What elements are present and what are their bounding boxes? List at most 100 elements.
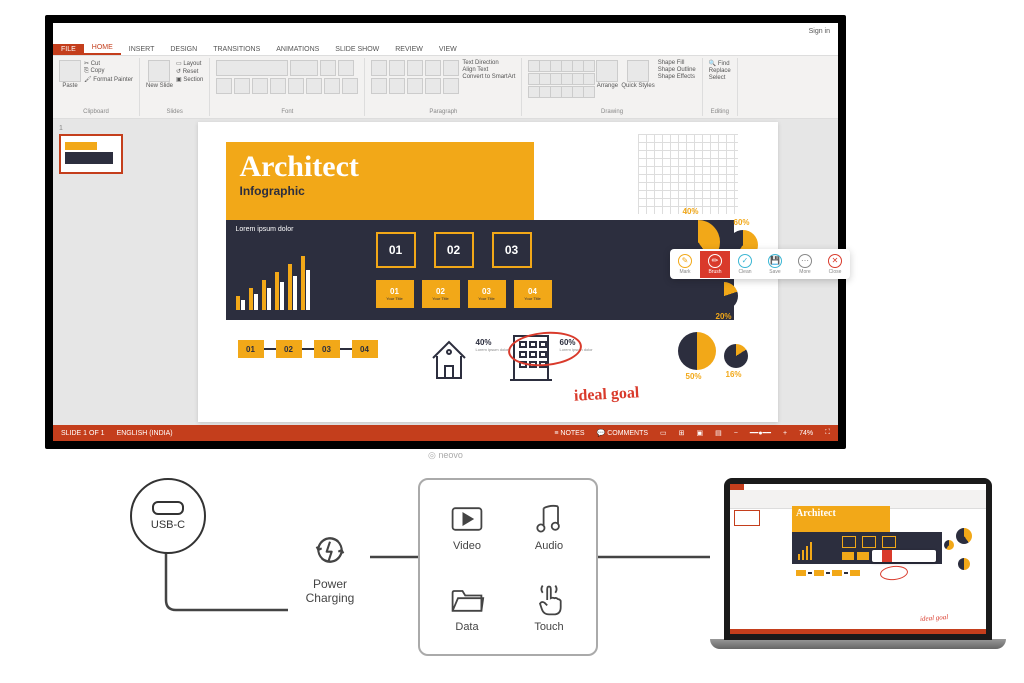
feature-data: Data <box>428 569 506 646</box>
annot-brush-button[interactable]: ✏Brush <box>700 251 730 278</box>
align-center-button[interactable] <box>389 78 405 94</box>
align-text-button[interactable]: Align Text <box>462 67 515 73</box>
timeline-node: 04 <box>352 340 378 358</box>
slide-thumbnail-1[interactable] <box>59 134 123 174</box>
power-charging-item: Power Charging <box>290 530 370 605</box>
line-spacing-button[interactable] <box>443 60 459 76</box>
pie-16 <box>724 344 748 368</box>
new-slide-button[interactable]: New Slide <box>146 60 173 89</box>
tab-animations[interactable]: ANIMATIONS <box>268 44 327 55</box>
find-button[interactable]: 🔍 Find <box>709 60 731 67</box>
indent-inc-button[interactable] <box>425 60 441 76</box>
view-reading-button[interactable]: ▣ <box>697 429 704 437</box>
align-left-button[interactable] <box>371 78 387 94</box>
align-right-button[interactable] <box>407 78 423 94</box>
zoom-out-button[interactable]: − <box>734 430 738 437</box>
fit-button[interactable]: ⛶ <box>825 429 830 437</box>
grid-pattern <box>638 134 738 214</box>
italic-button[interactable] <box>234 78 250 94</box>
shrink-font-button[interactable] <box>338 60 354 76</box>
bar-chart <box>236 256 310 310</box>
reset-button[interactable]: ↺ Reset <box>176 68 203 75</box>
annot-clean-button[interactable]: ✓Clean <box>730 251 760 278</box>
cut-button[interactable]: ✂ Cut <box>84 60 133 67</box>
section-button[interactable]: ▣ Section <box>176 76 203 83</box>
slide-thumbnails-panel: 1 <box>53 119 137 425</box>
comments-button[interactable]: 💬 COMMENTS <box>597 429 649 437</box>
paste-icon <box>59 60 81 82</box>
slide-canvas-area[interactable]: Architect Infographic Lorem ipsum dolor <box>137 119 838 425</box>
shape-effects-button[interactable]: Shape Effects <box>658 74 696 80</box>
usb-c-label: USB-C <box>151 519 185 531</box>
char-spacing-button[interactable] <box>306 78 322 94</box>
shape-outline-button[interactable]: Shape Outline <box>658 67 696 73</box>
tab-home[interactable]: HOME <box>84 42 121 55</box>
lorem-label: Lorem ipsum dolor <box>236 226 294 233</box>
font-family-select[interactable] <box>216 60 288 76</box>
slide-counter: SLIDE 1 OF 1 <box>61 430 105 437</box>
tab-slideshow[interactable]: SLIDE SHOW <box>327 44 387 55</box>
numbering-button[interactable] <box>389 60 405 76</box>
annot-more-button[interactable]: ⋯More <box>790 251 820 278</box>
grow-font-button[interactable] <box>320 60 336 76</box>
indent-dec-button[interactable] <box>407 60 423 76</box>
quick-styles-icon <box>627 60 649 82</box>
paste-button[interactable]: Paste <box>59 60 81 89</box>
mark-icon: ✎ <box>678 254 692 268</box>
folder-icon <box>449 582 485 618</box>
tab-insert[interactable]: INSERT <box>121 44 163 55</box>
shadow-button[interactable] <box>270 78 286 94</box>
font-size-select[interactable] <box>290 60 318 76</box>
shapes-gallery[interactable] <box>528 60 593 98</box>
more-icon: ⋯ <box>798 254 812 268</box>
tab-file[interactable]: FILE <box>53 44 84 55</box>
text-direction-button[interactable]: Text Direction <box>462 60 515 66</box>
monitor-brand-logo: ◎ neovo <box>428 450 463 461</box>
tab-design[interactable]: DESIGN <box>162 44 205 55</box>
copy-button[interactable]: ⎘ Copy <box>84 68 133 75</box>
strike-button[interactable] <box>288 78 304 94</box>
group-drawing: Arrange Quick Styles Shape Fill Shape Ou… <box>522 58 702 116</box>
quick-styles-button[interactable]: Quick Styles <box>621 60 654 89</box>
view-sorter-button[interactable]: ⊞ <box>679 429 685 437</box>
tile-1: 01Your Title <box>376 280 414 308</box>
layout-button[interactable]: ▭ Layout <box>176 60 203 67</box>
feature-touch: Touch <box>510 569 588 646</box>
tile-4: 04Your Title <box>514 280 552 308</box>
title-block: Architect Infographic <box>226 142 534 228</box>
columns-button[interactable] <box>443 78 459 94</box>
tab-transitions[interactable]: TRANSITIONS <box>205 44 268 55</box>
annot-save-button[interactable]: 💾Save <box>760 251 790 278</box>
annot-mark-button[interactable]: ✎Mark <box>670 251 700 278</box>
bold-button[interactable] <box>216 78 232 94</box>
zoom-in-button[interactable]: + <box>783 430 787 437</box>
font-color-button[interactable] <box>342 78 358 94</box>
language-indicator[interactable]: ENGLISH (INDIA) <box>117 430 173 437</box>
annot-close-button[interactable]: ✕Close <box>820 251 850 278</box>
power-charging-icon <box>310 530 350 570</box>
mini-annot-toolbar <box>872 550 936 562</box>
shape-fill-button[interactable]: Shape Fill <box>658 60 696 66</box>
zoom-slider[interactable]: ━━●━━ <box>750 429 771 437</box>
justify-button[interactable] <box>425 78 441 94</box>
bullets-button[interactable] <box>371 60 387 76</box>
view-slideshow-button[interactable]: ▤ <box>715 429 722 437</box>
tab-review[interactable]: REVIEW <box>387 44 431 55</box>
laptop: Architect <box>710 478 1006 652</box>
mini-handwriting: ideal goal <box>920 613 949 623</box>
workspace: 1 Architect Infographic Lorem ipsum dolo… <box>53 119 838 425</box>
smartart-button[interactable]: Convert to SmartArt <box>462 74 515 80</box>
tab-view[interactable]: VIEW <box>431 44 465 55</box>
view-normal-button[interactable]: ▭ <box>660 429 667 437</box>
format-painter-button[interactable]: 🖌 Format Painter <box>84 76 133 83</box>
case-button[interactable] <box>324 78 340 94</box>
select-button[interactable]: Select <box>709 75 731 81</box>
arrange-button[interactable]: Arrange <box>596 60 618 89</box>
pct-40-label: 40%Lorem ipsum dolor <box>476 338 509 352</box>
zoom-level[interactable]: 74% <box>799 430 813 437</box>
slide-subtitle: Infographic <box>240 184 520 198</box>
sign-in-link[interactable]: Sign in <box>809 28 830 35</box>
underline-button[interactable] <box>252 78 268 94</box>
notes-button[interactable]: ≡ NOTES <box>554 430 584 437</box>
replace-button[interactable]: Replace <box>709 68 731 74</box>
